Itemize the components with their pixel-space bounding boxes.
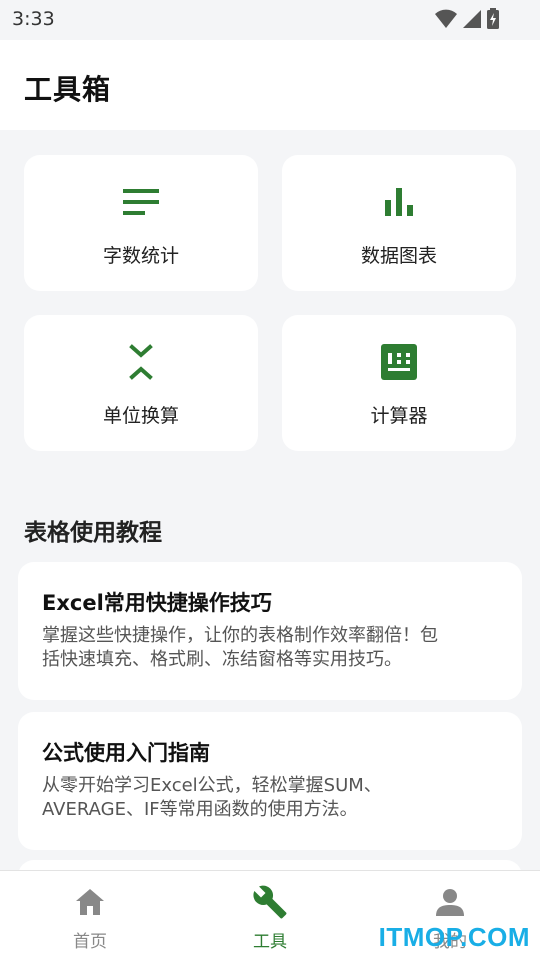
nav-label: 工具 — [253, 932, 287, 952]
status-time: 3:33 — [12, 8, 55, 30]
cell-signal-icon — [463, 10, 481, 28]
battery-icon — [487, 8, 499, 29]
section-title: 表格使用教程 — [24, 520, 162, 546]
tutorial-title: 公式使用入门指南 — [42, 741, 210, 765]
tool-card-data-chart[interactable]: 数据图表 — [282, 155, 516, 291]
tutorial-card[interactable]: 公式使用入门指南 从零开始学习Excel公式，轻松掌握SUM、 AVERAGE、… — [18, 712, 522, 850]
tutorial-title: Excel常用快捷操作技巧 — [42, 591, 272, 615]
bar-chart-icon — [282, 183, 516, 221]
tutorial-card[interactable]: Excel常用快捷操作技巧 掌握这些快捷操作，让你的表格制作效率翻倍！包 括快速… — [18, 562, 522, 700]
unfold-icon — [24, 343, 258, 381]
nav-item-home[interactable]: 首页 — [0, 871, 180, 960]
tutorial-description-line: 从零开始学习Excel公式，轻松掌握SUM、 — [42, 775, 382, 796]
nav-label: 首页 — [73, 932, 107, 952]
text-lines-icon — [24, 183, 258, 221]
status-bar: 3:33 — [0, 0, 540, 40]
wifi-icon — [435, 9, 457, 28]
tool-card-word-count[interactable]: 字数统计 — [24, 155, 258, 291]
tutorial-description-line: AVERAGE、IF等常用函数的使用方法。 — [42, 799, 358, 820]
tool-label: 计算器 — [370, 405, 428, 427]
status-icons — [434, 8, 500, 30]
tutorial-description: 掌握这些快捷操作，让你的表格制作效率翻倍！包 括快速填充、格式刷、冻结窗格等实用… — [42, 624, 498, 672]
tool-label: 字数统计 — [102, 245, 179, 267]
tool-label: 单位换算 — [102, 405, 179, 427]
tool-card-calculator[interactable]: 计算器 — [282, 315, 516, 451]
tool-label: 数据图表 — [360, 245, 437, 267]
person-icon — [360, 885, 540, 919]
app-header: 工具箱 — [0, 40, 540, 130]
tutorial-description-line: 掌握这些快捷操作，让你的表格制作效率翻倍！包 — [42, 625, 438, 646]
tutorial-description-line: 括快速填充、格式刷、冻结窗格等实用技巧。 — [42, 649, 402, 670]
tutorial-description: 从零开始学习Excel公式，轻松掌握SUM、 AVERAGE、IF等常用函数的使… — [42, 774, 498, 822]
calculator-icon — [282, 343, 516, 381]
watermark: ITMOP.COM — [378, 922, 530, 952]
tool-card-unit-convert[interactable]: 单位换算 — [24, 315, 258, 451]
home-icon — [0, 885, 180, 919]
wrench-icon — [180, 885, 360, 919]
page-title: 工具箱 — [24, 73, 112, 106]
nav-item-tools[interactable]: 工具 — [180, 871, 360, 960]
